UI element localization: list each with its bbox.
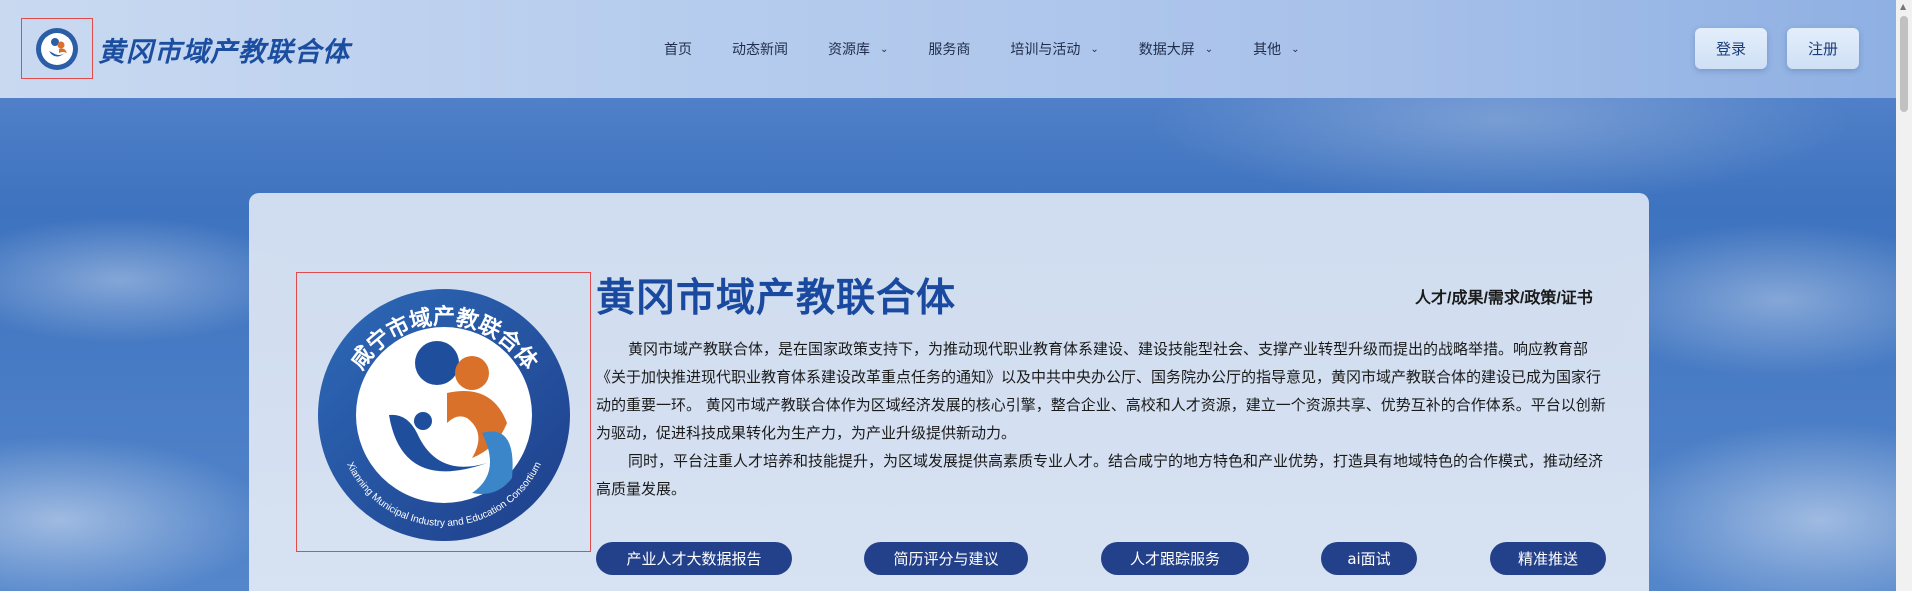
scroll-up-icon[interactable]: ▲ bbox=[1900, 2, 1906, 11]
nav-label: 资源库 bbox=[828, 41, 870, 57]
site-logo[interactable] bbox=[21, 18, 93, 79]
chevron-down-icon: ⌄ bbox=[1291, 43, 1300, 55]
site-title[interactable]: 黄冈市域产教联合体 bbox=[98, 30, 350, 69]
talent-tracking-button[interactable]: 人才跟踪服务 bbox=[1101, 542, 1249, 575]
nav-label: 动态新闻 bbox=[732, 41, 788, 57]
nav-providers[interactable]: 服务商 bbox=[928, 39, 970, 59]
intro-paragraph: 黄冈市域产教联合体，是在国家政策支持下，为推动现代职业教育体系建设、建设技能型社… bbox=[596, 335, 1606, 447]
main-nav: 首页 动态新闻 资源库 ⌄ 服务商 培训与活动 ⌄ 数据大屏 ⌄ 其他 ⌄ bbox=[664, 38, 1340, 60]
nav-training[interactable]: 培训与活动 ⌄ bbox=[1010, 39, 1098, 59]
nav-other[interactable]: 其他 ⌄ bbox=[1253, 39, 1299, 59]
chevron-down-icon: ⌄ bbox=[1090, 43, 1099, 55]
nav-news[interactable]: 动态新闻 bbox=[732, 39, 788, 59]
nav-home[interactable]: 首页 bbox=[664, 39, 692, 59]
nav-dashboard[interactable]: 数据大屏 ⌄ bbox=[1139, 39, 1213, 59]
consortium-emblem-icon: 咸宁市域产教联合体 Xianning Municipal Industry an… bbox=[318, 289, 570, 541]
intro-text: 黄冈市域产教联合体，是在国家政策支持下，为推动现代职业教育体系建设、建设技能型社… bbox=[596, 340, 1606, 442]
page-scrollbar[interactable]: ▲ bbox=[1896, 0, 1912, 591]
chevron-down-icon: ⌄ bbox=[1204, 43, 1214, 55]
nav-label: 数据大屏 bbox=[1138, 41, 1195, 57]
ai-interview-button[interactable]: ai面试 bbox=[1321, 542, 1417, 575]
consortium-logo: 咸宁市域产教联合体 Xianning Municipal Industry an… bbox=[296, 272, 591, 552]
chevron-down-icon: ⌄ bbox=[880, 43, 889, 55]
precise-push-button[interactable]: 精准推送 bbox=[1490, 542, 1606, 575]
nav-label: 其他 bbox=[1253, 41, 1282, 57]
login-button[interactable]: 登录 bbox=[1695, 28, 1767, 69]
scroll-thumb[interactable] bbox=[1900, 16, 1908, 112]
logo-emblem-icon bbox=[36, 27, 78, 70]
page-title: 黄冈市域产教联合体 bbox=[596, 276, 957, 321]
nav-label: 首页 bbox=[664, 41, 692, 57]
intro-paragraph-2: 同时，平台注重人才培养和技能提升，为区域发展提供高素质专业人才。结合咸宁的地方特… bbox=[596, 447, 1606, 503]
register-button[interactable]: 注册 bbox=[1787, 28, 1859, 69]
category-tags: 人才/成果/需求/政策/证书 bbox=[1415, 290, 1593, 307]
talent-report-button[interactable]: 产业人才大数据报告 bbox=[596, 542, 792, 575]
nav-label: 服务商 bbox=[928, 41, 971, 57]
nav-label: 培训与活动 bbox=[1010, 41, 1081, 57]
top-header: 黄冈市域产教联合体 首页 动态新闻 资源库 ⌄ 服务商 培训与活动 ⌄ 数据大屏 ⌄ … bbox=[0, 0, 1896, 98]
intro-text: 同时，平台注重人才培养和技能提升，为区域发展提供高素质专业人才。结合咸宁的地方特… bbox=[596, 452, 1604, 498]
nav-resources[interactable]: 资源库 ⌄ bbox=[828, 39, 888, 59]
resume-score-button[interactable]: 简历评分与建议 bbox=[864, 542, 1028, 575]
